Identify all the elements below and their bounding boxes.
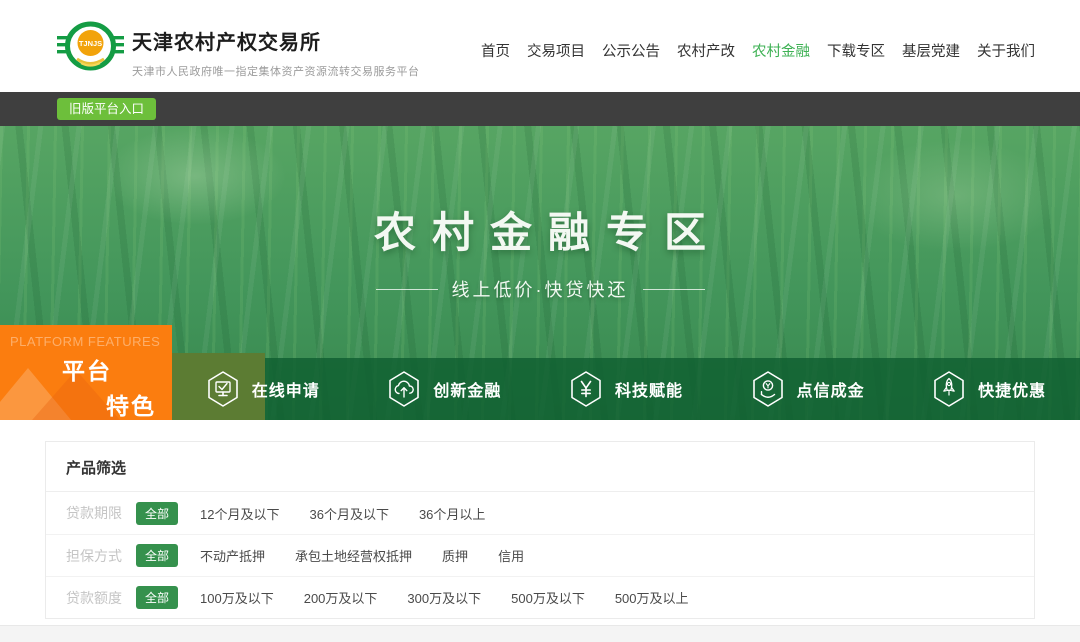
filter-row-loan-amount: 贷款额度 全部 100万及以下 200万及以下 300万及以下 500万及以下 … xyxy=(46,576,1034,618)
site-title: 天津农村产权交易所 xyxy=(132,26,420,55)
feature-label: 科技赋能 xyxy=(615,377,683,401)
feature-label: 点信成金 xyxy=(797,377,865,401)
nav-item-downloads[interactable]: 下载专区 xyxy=(827,40,885,61)
nav-item-party-building[interactable]: 基层党建 xyxy=(902,40,960,61)
filter-options: 不动产抵押 承包土地经营权抵押 质押 信用 xyxy=(200,546,524,565)
page: TJNJS 天津农村产权交易所 天津市人民政府唯一指定集体资产资源流转交易服务平… xyxy=(0,0,1080,642)
filter-row-guarantee-method: 担保方式 全部 不动产抵押 承包土地经营权抵押 质押 信用 xyxy=(46,534,1034,576)
feature-label: 在线申请 xyxy=(252,377,320,401)
brand-block: 天津农村产权交易所 天津市人民政府唯一指定集体资产资源流转交易服务平台 xyxy=(132,26,420,79)
hero-subtitle-row: 线上低价·快贷快还 xyxy=(0,276,1080,302)
feature-credit-to-gold[interactable]: 点信成金 xyxy=(751,370,865,408)
filter-label: 担保方式 xyxy=(66,546,136,566)
all-badge[interactable]: 全部 xyxy=(136,502,178,525)
nav-item-projects[interactable]: 交易项目 xyxy=(527,40,585,61)
old-platform-entry-button[interactable]: 旧版平台入口 xyxy=(57,98,156,120)
filter-option[interactable]: 不动产抵押 xyxy=(200,546,265,565)
platform-features-cn-line2: 特色 xyxy=(106,387,172,420)
platform-features-cn-line1: 平台 xyxy=(62,352,172,386)
nav-item-about-us[interactable]: 关于我们 xyxy=(977,40,1035,61)
filter-option[interactable]: 承包土地经营权抵押 xyxy=(295,546,412,565)
filter-option[interactable]: 100万及以下 xyxy=(200,588,274,607)
filter-options: 100万及以下 200万及以下 300万及以下 500万及以下 500万及以上 xyxy=(200,588,689,607)
filter-option[interactable]: 500万及以上 xyxy=(615,588,689,607)
cloud-upload-icon xyxy=(387,370,421,408)
filter-title: 产品筛选 xyxy=(46,442,1034,492)
site-header: TJNJS 天津农村产权交易所 天津市人民政府唯一指定集体资产资源流转交易服务平… xyxy=(0,0,1080,92)
hero-subtitle: 线上低价·快贷快还 xyxy=(452,276,629,302)
nav-item-rural-finance[interactable]: 农村金融 xyxy=(752,40,810,61)
subtitle-right-line xyxy=(643,289,705,290)
filter-option[interactable]: 36个月及以下 xyxy=(309,504,388,523)
filter-option[interactable]: 500万及以下 xyxy=(511,588,585,607)
subtitle-left-line xyxy=(376,289,438,290)
nav-item-announcements[interactable]: 公示公告 xyxy=(602,40,660,61)
filter-option[interactable]: 300万及以下 xyxy=(407,588,481,607)
feature-label: 创新金融 xyxy=(433,377,501,401)
all-badge[interactable]: 全部 xyxy=(136,586,178,609)
rocket-icon xyxy=(932,370,966,408)
site-subtitle: 天津市人民政府唯一指定集体资产资源流转交易服务平台 xyxy=(132,63,420,79)
secondary-bar: 旧版平台入口 xyxy=(0,92,1080,126)
svg-text:TJNJS: TJNJS xyxy=(79,39,102,48)
hero-title: 农村金融专区 xyxy=(0,199,1080,260)
filter-label: 贷款额度 xyxy=(66,588,136,608)
filter-label: 贷款期限 xyxy=(66,503,136,523)
hero-banner: 农村金融专区 线上低价·快贷快还 PLATFORM FEATURES 平台 特色 xyxy=(0,126,1080,420)
all-badge[interactable]: 全部 xyxy=(136,544,178,567)
filter-option[interactable]: 信用 xyxy=(498,546,524,565)
product-filter-card: 产品筛选 贷款期限 全部 12个月及以下 36个月及以下 36个月以上 担保方式… xyxy=(45,441,1035,619)
platform-features-en: PLATFORM FEATURES xyxy=(10,334,172,349)
feature-quick-discount[interactable]: 快捷优惠 xyxy=(932,370,1046,408)
filter-option[interactable]: 12个月及以下 xyxy=(200,504,279,523)
main-nav: 首页 交易项目 公示公告 农村产改 农村金融 下载专区 基层党建 关于我们 xyxy=(481,40,1035,61)
coin-hand-icon xyxy=(751,370,785,408)
filter-option[interactable]: 36个月以上 xyxy=(419,504,485,523)
yen-icon xyxy=(569,370,603,408)
feature-tech-empowerment[interactable]: 科技赋能 xyxy=(569,370,683,408)
monitor-check-icon xyxy=(206,370,240,408)
feature-innovative-finance[interactable]: 创新金融 xyxy=(387,370,501,408)
feature-online-application[interactable]: 在线申请 xyxy=(206,370,320,408)
nav-item-rural-reform[interactable]: 农村产改 xyxy=(677,40,735,61)
filter-option[interactable]: 200万及以下 xyxy=(304,588,378,607)
filter-options: 12个月及以下 36个月及以下 36个月以上 xyxy=(200,504,485,523)
platform-features-box: PLATFORM FEATURES 平台 特色 xyxy=(0,325,172,420)
feature-label: 快捷优惠 xyxy=(978,377,1046,401)
nav-item-home[interactable]: 首页 xyxy=(481,40,510,61)
tjnjs-logo-icon[interactable]: TJNJS xyxy=(57,13,124,79)
footer-strip xyxy=(0,625,1080,642)
feature-bar: 在线申请 创新金融 xyxy=(172,358,1080,420)
filter-option[interactable]: 质押 xyxy=(442,546,468,565)
filter-row-loan-term: 贷款期限 全部 12个月及以下 36个月及以下 36个月以上 xyxy=(46,492,1034,534)
